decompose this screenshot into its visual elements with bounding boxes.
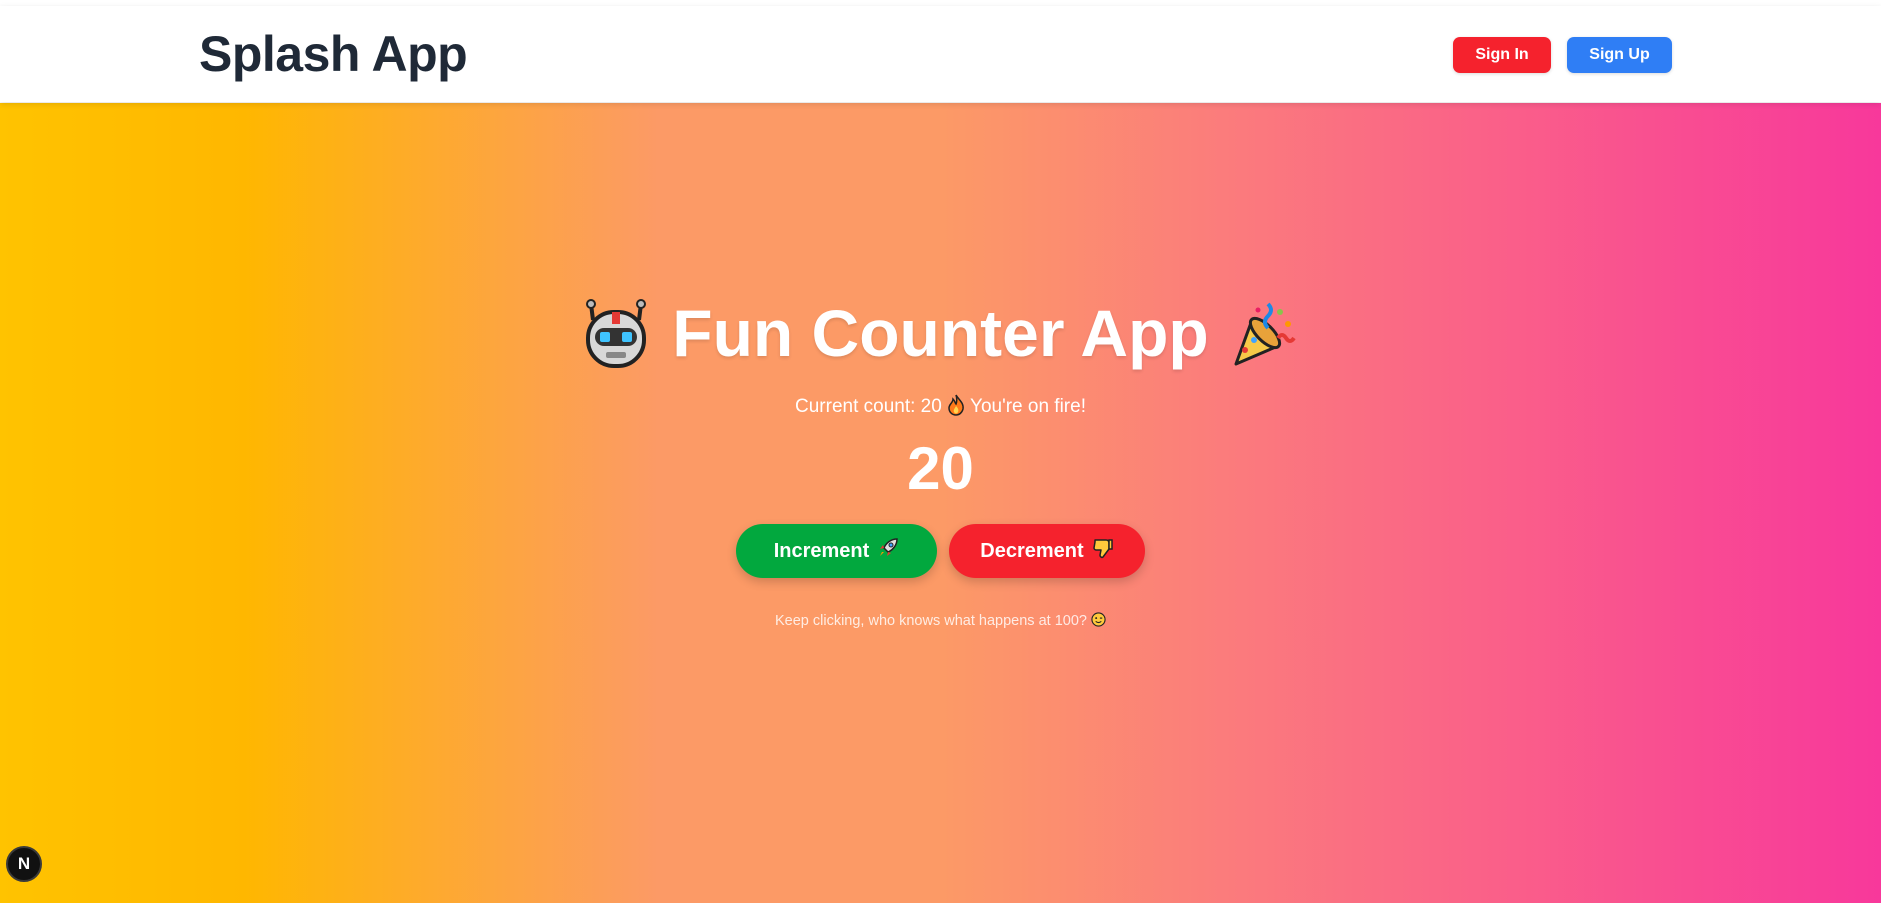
counter-section: Fun Counter App Current count: 20 You're… bbox=[0, 288, 1881, 629]
count-display: 20 bbox=[907, 435, 974, 502]
winking-face-icon bbox=[1091, 612, 1106, 629]
party-popper-icon bbox=[1229, 297, 1301, 369]
rocket-icon bbox=[877, 537, 899, 565]
nextjs-dev-badge[interactable]: N bbox=[6, 846, 42, 882]
counter-buttons: Increment Decrement bbox=[0, 524, 1881, 578]
app-title: Fun Counter App bbox=[672, 296, 1209, 370]
hint-label: Keep clicking, who knows what happens at… bbox=[775, 613, 1087, 629]
top-navbar: Splash App Sign In Sign Up bbox=[0, 6, 1881, 102]
brand-title[interactable]: Splash App bbox=[199, 25, 468, 83]
hint-text: Keep clicking, who knows what happens at… bbox=[0, 612, 1881, 629]
decrement-label: Decrement bbox=[980, 539, 1084, 562]
robot-icon bbox=[580, 297, 652, 369]
increment-label: Increment bbox=[773, 539, 870, 562]
title-row: Fun Counter App bbox=[0, 288, 1881, 378]
thumbs-down-icon bbox=[1092, 537, 1114, 565]
sign-in-button[interactable]: Sign In bbox=[1453, 37, 1551, 73]
increment-button[interactable]: Increment bbox=[736, 524, 937, 578]
current-count-text: Current count: 20 You're on fire! bbox=[0, 394, 1881, 420]
fire-icon bbox=[947, 394, 970, 417]
decrement-button[interactable]: Decrement bbox=[949, 524, 1145, 578]
hero-background: Fun Counter App Current count: 20 You're… bbox=[0, 103, 1881, 903]
sign-up-button[interactable]: Sign Up bbox=[1567, 37, 1672, 73]
subtitle-prefix: Current count: 20 bbox=[795, 396, 942, 417]
subtitle-suffix: You're on fire! bbox=[970, 396, 1086, 417]
